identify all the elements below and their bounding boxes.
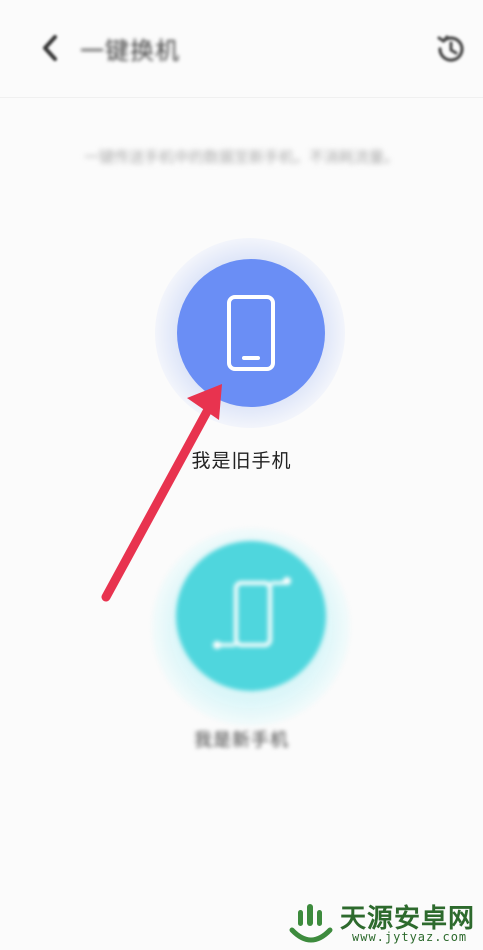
page-title: 一键换机 bbox=[80, 37, 180, 65]
red-arrow-annotation bbox=[101, 384, 222, 602]
site-watermark: 天源安卓网 www.jytyaz.com bbox=[288, 898, 480, 948]
back-button[interactable] bbox=[34, 30, 66, 66]
page-description: 一键传送手机中的数据至新手机，不消耗流量。 bbox=[83, 148, 399, 166]
phone-swap-icon bbox=[213, 577, 291, 649]
old-phone-button[interactable] bbox=[177, 259, 325, 407]
new-phone-button[interactable] bbox=[176, 541, 326, 691]
old-phone-label[interactable]: 我是旧手机 bbox=[0, 446, 483, 473]
app-header: 一键换机 bbox=[0, 0, 483, 98]
chevron-left-icon bbox=[43, 35, 57, 61]
watermark-logo bbox=[289, 904, 333, 943]
watermark-url: www.jytyaz.com bbox=[352, 930, 468, 944]
new-phone-label[interactable]: 我是新手机 bbox=[0, 726, 483, 752]
history-button[interactable] bbox=[432, 30, 470, 68]
phone-icon bbox=[227, 295, 275, 371]
history-clock-icon bbox=[437, 35, 464, 62]
